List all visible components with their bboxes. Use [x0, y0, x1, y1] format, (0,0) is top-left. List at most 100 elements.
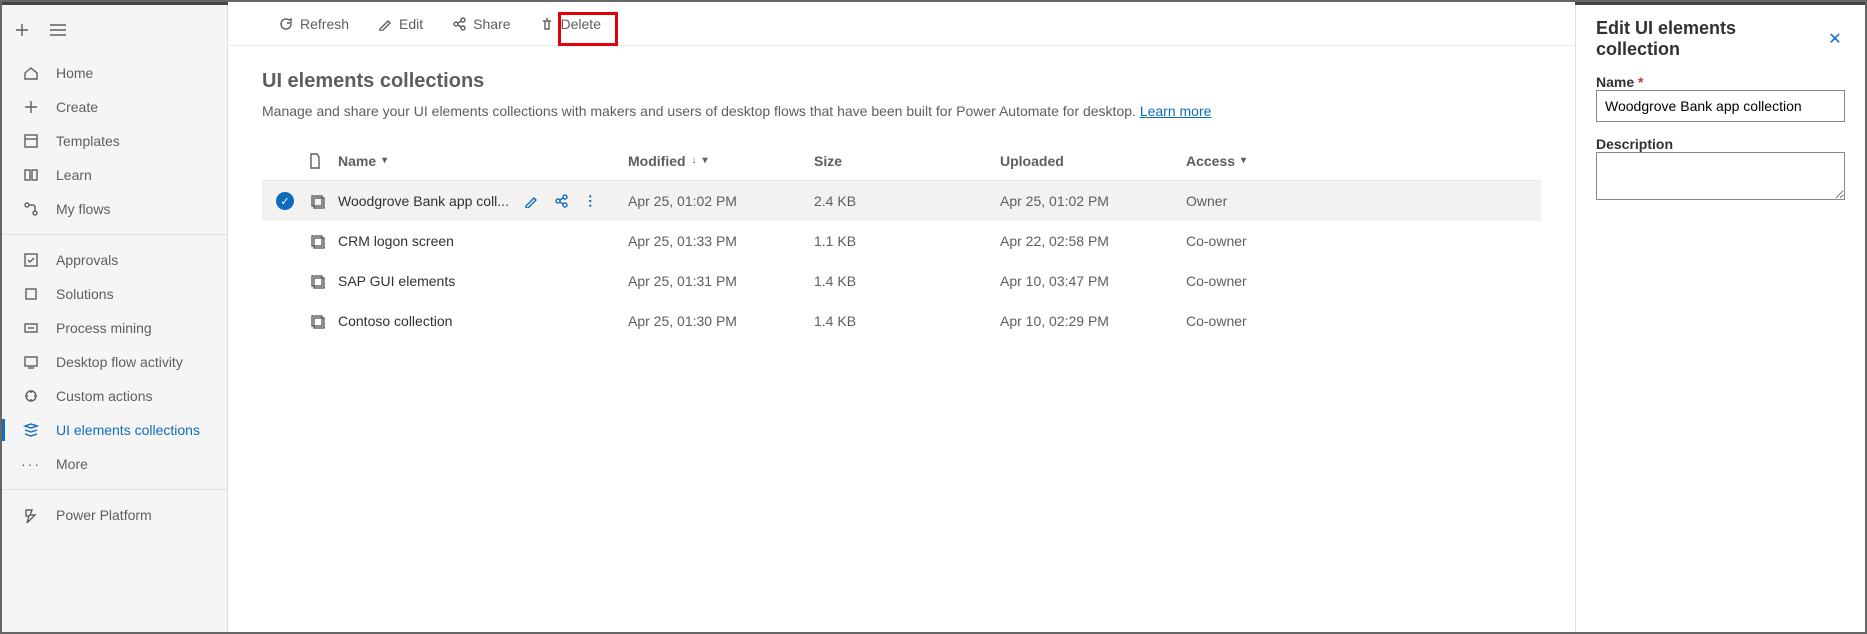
col-access[interactable]: Access▾: [1186, 153, 1306, 169]
sidebar-item-powerplatform[interactable]: Power Platform: [2, 498, 227, 532]
table-row[interactable]: ✓ Woodgrove Bank app coll... ⋯ Apr 25, 0…: [262, 181, 1541, 221]
sidebar-item-uielements[interactable]: UI elements collections: [2, 413, 227, 447]
powerplatform-icon: [22, 506, 40, 524]
toolbar: Refresh Edit Share Delete: [228, 2, 1575, 46]
row-size: 2.4 KB: [814, 193, 1000, 209]
row-uploaded: Apr 22, 02:58 PM: [1000, 233, 1186, 249]
templates-icon: [22, 132, 40, 150]
col-name[interactable]: Name▾: [338, 153, 628, 169]
customactions-icon: [22, 387, 40, 405]
divider: [2, 489, 227, 490]
sidebar-item-label: Create: [56, 99, 98, 115]
processmining-icon: [22, 319, 40, 337]
sidebar-item-label: Custom actions: [56, 388, 152, 404]
sidebar-item-desktopflowactivity[interactable]: Desktop flow activity: [2, 345, 227, 379]
sidebar-item-label: My flows: [56, 201, 110, 217]
sidebar-item-label: Process mining: [56, 320, 152, 336]
toolbar-label: Share: [473, 16, 510, 32]
row-name: SAP GUI elements: [338, 273, 455, 289]
solutions-icon: [22, 285, 40, 303]
delete-icon: [539, 16, 555, 32]
row-access: Co-owner: [1186, 273, 1306, 289]
table-header: Name▾ Modified↓▾ Size Uploaded Access▾: [262, 141, 1541, 181]
collection-icon: [308, 272, 326, 290]
name-label: Name *: [1596, 74, 1845, 90]
edit-panel: Edit UI elements collection ✕ Name * Des…: [1575, 2, 1865, 632]
row-checkmark-icon[interactable]: ✓: [276, 192, 294, 210]
delete-button[interactable]: Delete: [529, 8, 611, 40]
toolbar-label: Delete: [561, 16, 601, 32]
sidebar-item-approvals[interactable]: Approvals: [2, 243, 227, 277]
row-size: 1.4 KB: [814, 313, 1000, 329]
sidebar-item-label: Learn: [56, 167, 92, 183]
plus-icon: [22, 98, 40, 116]
row-access: Owner: [1186, 193, 1306, 209]
row-uploaded: Apr 10, 02:29 PM: [1000, 313, 1186, 329]
row-uploaded: Apr 10, 03:47 PM: [1000, 273, 1186, 289]
subtitle-text: Manage and share your UI elements collec…: [262, 103, 1140, 119]
sidebar-item-more[interactable]: ··· More: [2, 447, 227, 481]
edit-button[interactable]: Edit: [367, 8, 433, 40]
row-more-icon[interactable]: ⋯: [582, 194, 599, 209]
row-name: Contoso collection: [338, 313, 452, 329]
sidebar-item-label: More: [56, 456, 88, 472]
new-button[interactable]: [10, 18, 34, 42]
row-modified: Apr 25, 01:31 PM: [628, 273, 814, 289]
row-access: Co-owner: [1186, 233, 1306, 249]
edit-icon: [377, 16, 393, 32]
refresh-button[interactable]: Refresh: [268, 8, 359, 40]
col-modified[interactable]: Modified↓▾: [628, 153, 814, 169]
table-row[interactable]: Contoso collection Apr 25, 01:30 PM 1.4 …: [262, 301, 1541, 341]
sidebar-item-processmining[interactable]: Process mining: [2, 311, 227, 345]
uielements-icon: [22, 421, 40, 439]
refresh-icon: [278, 16, 294, 32]
main-area: Refresh Edit Share Delete UI elements co…: [228, 2, 1575, 632]
more-icon: ···: [22, 455, 40, 473]
sidebar-item-customactions[interactable]: Custom actions: [2, 379, 227, 413]
toolbar-label: Refresh: [300, 16, 349, 32]
sidebar-item-templates[interactable]: Templates: [2, 124, 227, 158]
chevron-down-icon: ▾: [1241, 155, 1246, 166]
hamburger-icon[interactable]: [46, 18, 70, 42]
sidebar-item-solutions[interactable]: Solutions: [2, 277, 227, 311]
toolbar-label: Edit: [399, 16, 423, 32]
chevron-down-icon: ▾: [703, 155, 708, 166]
row-modified: Apr 25, 01:30 PM: [628, 313, 814, 329]
row-size: 1.1 KB: [814, 233, 1000, 249]
sidebar: Home Create Templates Learn My flows: [2, 2, 228, 632]
sidebar-item-learn[interactable]: Learn: [2, 158, 227, 192]
row-modified: Apr 25, 01:02 PM: [628, 193, 814, 209]
flows-icon: [22, 200, 40, 218]
table-row[interactable]: SAP GUI elements Apr 25, 01:31 PM 1.4 KB…: [262, 261, 1541, 301]
sidebar-item-label: Power Platform: [56, 507, 152, 523]
sort-down-icon: ↓: [692, 155, 697, 166]
collection-icon: [308, 192, 326, 210]
row-share-icon[interactable]: [553, 193, 569, 209]
sidebar-item-label: Approvals: [56, 252, 118, 268]
row-name: Woodgrove Bank app coll...: [338, 193, 509, 209]
sidebar-item-myflows[interactable]: My flows: [2, 192, 227, 226]
sidebar-item-home[interactable]: Home: [2, 56, 227, 90]
share-icon: [451, 16, 467, 32]
chevron-down-icon: ▾: [382, 155, 387, 166]
description-label: Description: [1596, 136, 1845, 152]
name-input[interactable]: [1596, 90, 1845, 122]
col-uploaded[interactable]: Uploaded: [1000, 153, 1186, 169]
row-name: CRM logon screen: [338, 233, 454, 249]
share-button[interactable]: Share: [441, 8, 520, 40]
collection-icon: [308, 232, 326, 250]
row-uploaded: Apr 25, 01:02 PM: [1000, 193, 1186, 209]
page-title: UI elements collections: [262, 70, 1541, 93]
description-input[interactable]: [1596, 152, 1845, 200]
close-icon[interactable]: ✕: [1825, 29, 1845, 49]
col-size[interactable]: Size: [814, 153, 1000, 169]
sidebar-item-label: Solutions: [56, 286, 114, 302]
home-icon: [22, 64, 40, 82]
row-edit-icon[interactable]: [523, 193, 539, 209]
table-row[interactable]: CRM logon screen Apr 25, 01:33 PM 1.1 KB…: [262, 221, 1541, 261]
sidebar-item-create[interactable]: Create: [2, 90, 227, 124]
page-subtitle: Manage and share your UI elements collec…: [262, 103, 1541, 119]
collections-table: Name▾ Modified↓▾ Size Uploaded Access▾ ✓…: [262, 141, 1541, 341]
sidebar-item-label: Home: [56, 65, 93, 81]
learn-more-link[interactable]: Learn more: [1140, 103, 1212, 119]
